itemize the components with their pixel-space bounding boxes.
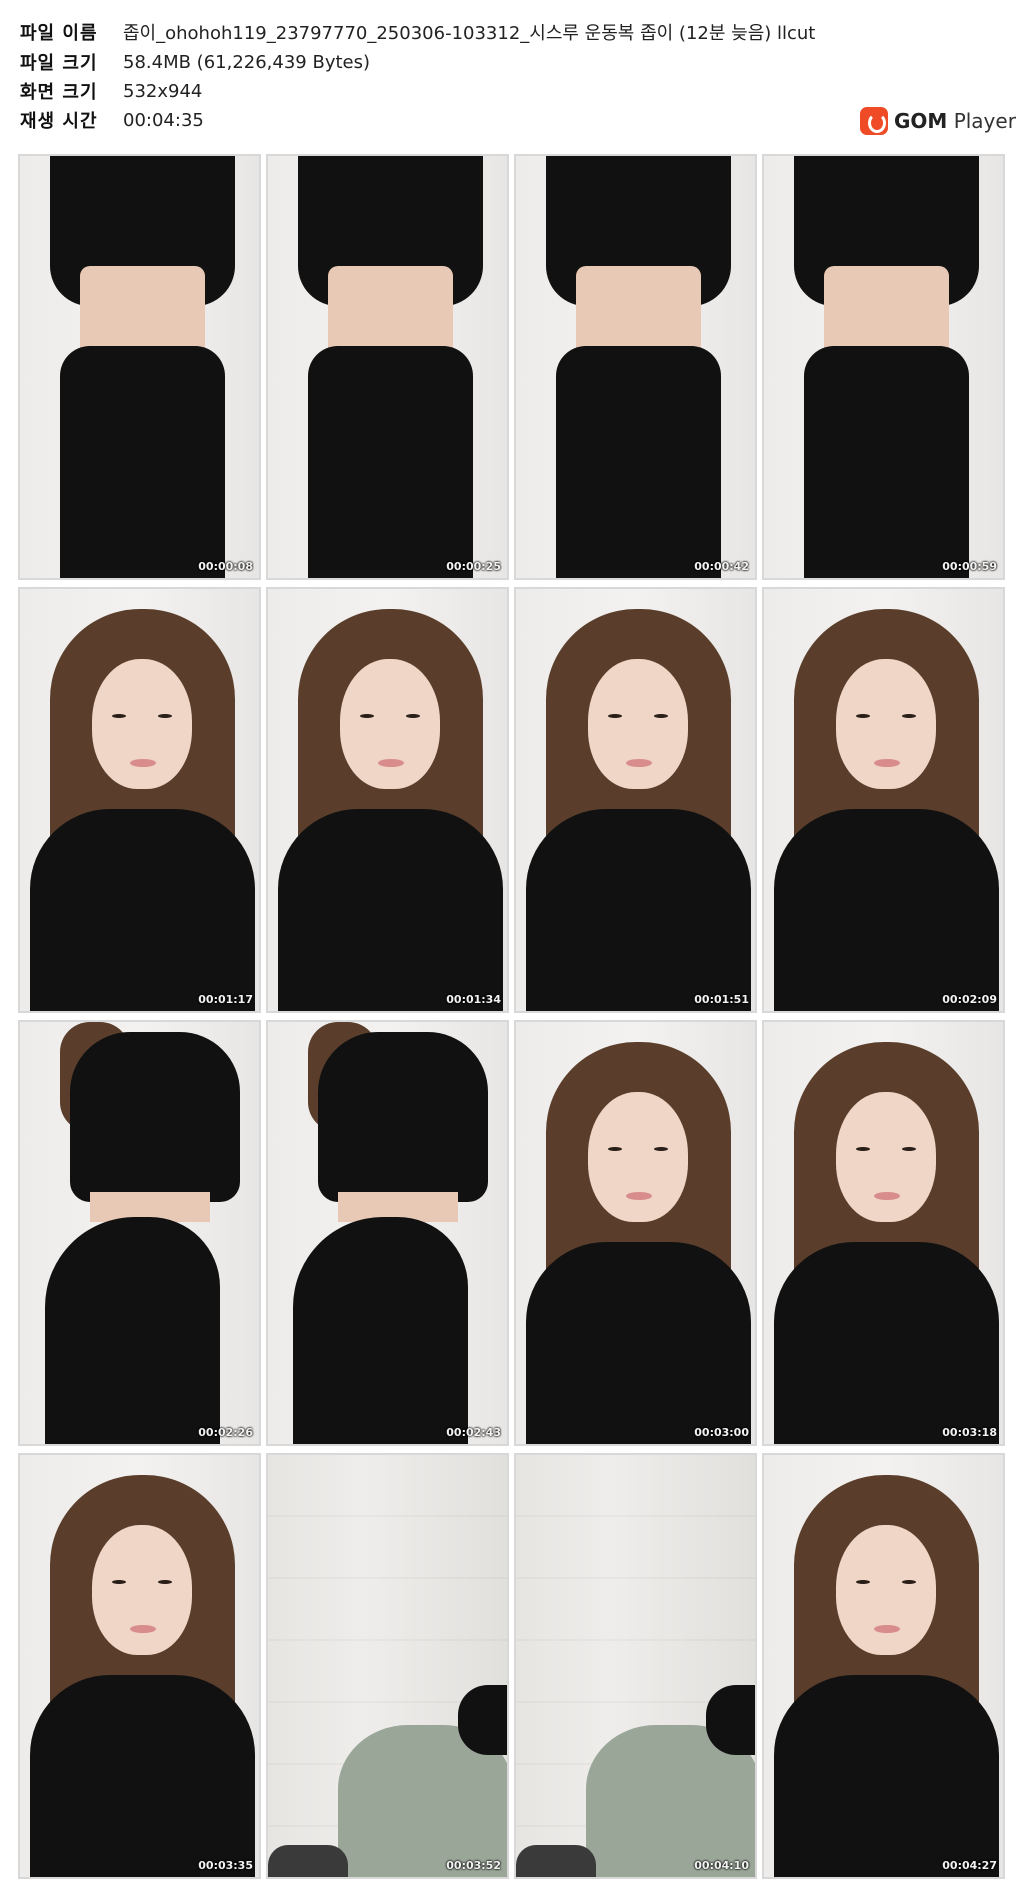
- file-size-label: 파일 크기: [20, 53, 98, 74]
- thumbnail-timestamp: 00:03:52: [446, 1859, 501, 1872]
- file-size-value: 58.4MB (61,226,439 Bytes): [123, 51, 371, 73]
- thumbnail-timestamp: 00:03:35: [198, 1859, 253, 1872]
- logo-brand: GOM: [894, 109, 948, 133]
- video-thumbnail[interactable]: 00:01:17: [18, 587, 261, 1013]
- gom-player-logo: GOM Player: [860, 106, 1016, 136]
- file-name-value: 좁이_ohohoh119_23797770_250306-103312_시스루 …: [123, 23, 816, 44]
- thumbnail-timestamp: 00:02:26: [198, 1426, 253, 1439]
- thumbnail-timestamp: 00:01:51: [694, 993, 749, 1006]
- video-thumbnail[interactable]: 00:00:59: [762, 154, 1005, 580]
- video-thumbnail[interactable]: 00:03:18: [762, 1020, 1005, 1446]
- thumbnail-timestamp: 00:00:42: [694, 560, 749, 573]
- file-name-label: 파일 이름: [20, 23, 98, 44]
- duration-row: 재생 시간 00:04:35: [20, 106, 204, 134]
- thumbnail-timestamp: 00:04:27: [942, 1859, 997, 1872]
- file-info-header: 파일 이름 좁이_ohohoh119_23797770_250306-10331…: [0, 0, 1024, 150]
- thumbnail-timestamp: 00:00:59: [942, 560, 997, 573]
- video-thumbnail[interactable]: 00:03:00: [514, 1020, 757, 1446]
- video-thumbnail[interactable]: 00:04:10: [514, 1453, 757, 1879]
- logo-text: GOM Player: [894, 109, 1016, 133]
- video-thumbnail[interactable]: 00:02:26: [18, 1020, 261, 1446]
- duration-label: 재생 시간: [20, 111, 98, 132]
- video-thumbnail[interactable]: 00:01:51: [514, 587, 757, 1013]
- duration-value: 00:04:35: [123, 109, 204, 131]
- resolution-value: 532x944: [123, 80, 203, 102]
- thumbnail-timestamp: 00:02:09: [942, 993, 997, 1006]
- resolution-row: 화면 크기 532x944: [20, 77, 202, 105]
- file-size-row: 파일 크기 58.4MB (61,226,439 Bytes): [20, 48, 370, 76]
- thumbnail-timestamp: 00:02:43: [446, 1426, 501, 1439]
- thumbnail-timestamp: 00:01:17: [198, 993, 253, 1006]
- thumbnail-grid: 00:00:08 00:00:25 00:00:42 00:00:59 00:01:17…: [18, 154, 1006, 1884]
- video-thumbnail[interactable]: 00:00:25: [266, 154, 509, 580]
- thumbnail-timestamp: 00:01:34: [446, 993, 501, 1006]
- logo-product: Player: [953, 109, 1016, 133]
- video-thumbnail[interactable]: 00:00:42: [514, 154, 757, 580]
- video-thumbnail[interactable]: 00:03:52: [266, 1453, 509, 1879]
- file-name-row: 파일 이름 좁이_ohohoh119_23797770_250306-10331…: [20, 18, 815, 46]
- thumbnail-timestamp: 00:00:08: [198, 560, 253, 573]
- thumbnail-timestamp: 00:00:25: [446, 560, 501, 573]
- video-thumbnail[interactable]: 00:02:09: [762, 587, 1005, 1013]
- thumbnail-timestamp: 00:03:18: [942, 1426, 997, 1439]
- thumbnail-timestamp: 00:04:10: [694, 1859, 749, 1872]
- video-thumbnail[interactable]: 00:03:35: [18, 1453, 261, 1879]
- video-thumbnail[interactable]: 00:01:34: [266, 587, 509, 1013]
- video-thumbnail[interactable]: 00:00:08: [18, 154, 261, 580]
- thumbnail-timestamp: 00:03:00: [694, 1426, 749, 1439]
- video-thumbnail[interactable]: 00:02:43: [266, 1020, 509, 1446]
- video-thumbnail[interactable]: 00:04:27: [762, 1453, 1005, 1879]
- gom-logo-icon: [860, 107, 888, 135]
- resolution-label: 화면 크기: [20, 82, 98, 103]
